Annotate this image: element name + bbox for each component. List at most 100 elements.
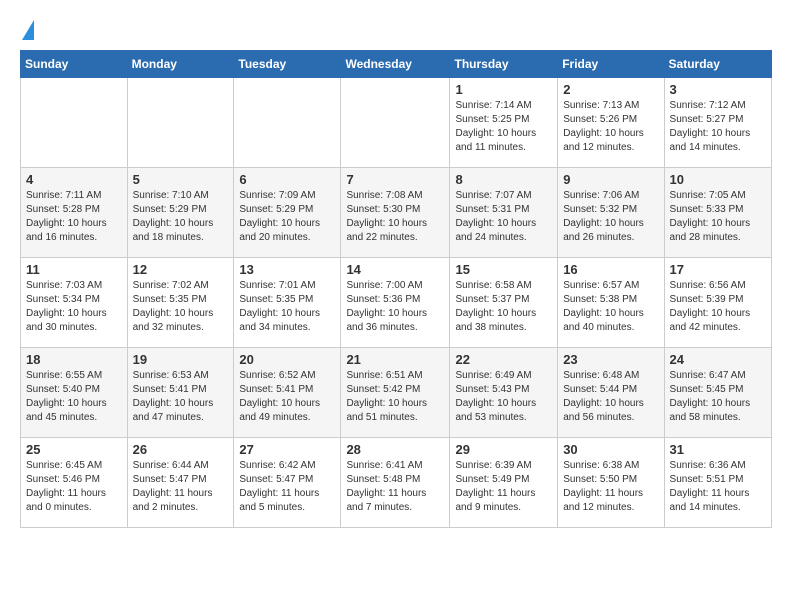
- calendar-cell: 21 Sunrise: 6:51 AM Sunset: 5:42 PM Dayli…: [341, 348, 450, 438]
- calendar-cell: 14 Sunrise: 7:00 AM Sunset: 5:36 PM Dayli…: [341, 258, 450, 348]
- calendar-cell: 8Sunrise: 7:07 AM Sunset: 5:31 PM Daylig…: [450, 168, 558, 258]
- calendar-week-2: 4 Sunrise: 7:11 AM Sunset: 5:28 PM Daylig…: [21, 168, 772, 258]
- calendar-table: SundayMondayTuesdayWednesdayThursdayFrid…: [20, 50, 772, 528]
- calendar-cell: 15 Sunrise: 6:58 AM Sunset: 5:37 PM Dayli…: [450, 258, 558, 348]
- day-number: 14: [346, 262, 444, 277]
- day-info: Sunrise: 6:53 AM Sunset: 5:41 PM Dayligh…: [133, 369, 229, 425]
- day-number: 15: [455, 262, 552, 277]
- calendar-cell: 4 Sunrise: 7:11 AM Sunset: 5:28 PM Daylig…: [21, 168, 128, 258]
- day-number: 6: [239, 172, 335, 187]
- day-info: Sunrise: 6:41 AM Sunset: 5:48 PM Dayligh…: [346, 459, 444, 515]
- day-number: 5: [133, 172, 229, 187]
- day-number: 2: [563, 82, 658, 97]
- calendar-week-1: 1 Sunrise: 7:14 AM Sunset: 5:25 PM Daylig…: [21, 78, 772, 168]
- day-info: Sunrise: 7:13 AM Sunset: 5:26 PM Dayligh…: [563, 99, 658, 155]
- calendar-cell: 20 Sunrise: 6:52 AM Sunset: 5:41 PM Dayli…: [234, 348, 341, 438]
- day-number: 1: [455, 82, 552, 97]
- day-number: 30: [563, 442, 658, 457]
- day-number: 31: [670, 442, 766, 457]
- day-info: Sunrise: 6:55 AM Sunset: 5:40 PM Dayligh…: [26, 369, 122, 425]
- calendar-cell: 5 Sunrise: 7:10 AM Sunset: 5:29 PM Daylig…: [127, 168, 234, 258]
- day-info: Sunrise: 7:00 AM Sunset: 5:36 PM Dayligh…: [346, 279, 444, 335]
- calendar-cell: 12 Sunrise: 7:02 AM Sunset: 5:35 PM Dayli…: [127, 258, 234, 348]
- day-header-monday: Monday: [127, 51, 234, 78]
- day-number: 10: [670, 172, 766, 187]
- logo-triangle-icon: [22, 20, 34, 40]
- day-number: 19: [133, 352, 229, 367]
- day-info: Sunrise: 7:08 AM Sunset: 5:30 PM Dayligh…: [346, 189, 444, 245]
- day-info: Sunrise: 7:12 AM Sunset: 5:27 PM Dayligh…: [670, 99, 766, 155]
- day-info: Sunrise: 6:51 AM Sunset: 5:42 PM Dayligh…: [346, 369, 444, 425]
- day-header-thursday: Thursday: [450, 51, 558, 78]
- day-info: Sunrise: 6:48 AM Sunset: 5:44 PM Dayligh…: [563, 369, 658, 425]
- day-header-friday: Friday: [558, 51, 664, 78]
- calendar-cell: 6 Sunrise: 7:09 AM Sunset: 5:29 PM Daylig…: [234, 168, 341, 258]
- day-info: Sunrise: 7:11 AM Sunset: 5:28 PM Dayligh…: [26, 189, 122, 245]
- day-number: 4: [26, 172, 122, 187]
- day-number: 13: [239, 262, 335, 277]
- calendar-cell: 13Sunrise: 7:01 AM Sunset: 5:35 PM Dayli…: [234, 258, 341, 348]
- calendar-week-4: 18 Sunrise: 6:55 AM Sunset: 5:40 PM Dayli…: [21, 348, 772, 438]
- day-number: 25: [26, 442, 122, 457]
- day-info: Sunrise: 7:02 AM Sunset: 5:35 PM Dayligh…: [133, 279, 229, 335]
- day-number: 20: [239, 352, 335, 367]
- day-number: 7: [346, 172, 444, 187]
- day-number: 3: [670, 82, 766, 97]
- day-number: 23: [563, 352, 658, 367]
- day-info: Sunrise: 6:57 AM Sunset: 5:38 PM Dayligh…: [563, 279, 658, 335]
- calendar-cell: [341, 78, 450, 168]
- day-number: 26: [133, 442, 229, 457]
- day-info: Sunrise: 7:07 AM Sunset: 5:31 PM Dayligh…: [455, 189, 552, 245]
- calendar-cell: [127, 78, 234, 168]
- calendar-cell: 11 Sunrise: 7:03 AM Sunset: 5:34 PM Dayli…: [21, 258, 128, 348]
- day-info: Sunrise: 6:49 AM Sunset: 5:43 PM Dayligh…: [455, 369, 552, 425]
- day-info: Sunrise: 7:03 AM Sunset: 5:34 PM Dayligh…: [26, 279, 122, 335]
- day-info: Sunrise: 6:38 AM Sunset: 5:50 PM Dayligh…: [563, 459, 658, 515]
- day-info: Sunrise: 7:10 AM Sunset: 5:29 PM Dayligh…: [133, 189, 229, 245]
- calendar-cell: 19 Sunrise: 6:53 AM Sunset: 5:41 PM Dayli…: [127, 348, 234, 438]
- calendar-cell: 1 Sunrise: 7:14 AM Sunset: 5:25 PM Daylig…: [450, 78, 558, 168]
- day-number: 22: [455, 352, 552, 367]
- calendar-cell: 31 Sunrise: 6:36 AM Sunset: 5:51 PM Dayli…: [664, 438, 771, 528]
- day-info: Sunrise: 6:39 AM Sunset: 5:49 PM Dayligh…: [455, 459, 552, 515]
- day-header-tuesday: Tuesday: [234, 51, 341, 78]
- day-info: Sunrise: 6:47 AM Sunset: 5:45 PM Dayligh…: [670, 369, 766, 425]
- day-number: 29: [455, 442, 552, 457]
- calendar-cell: 22 Sunrise: 6:49 AM Sunset: 5:43 PM Dayli…: [450, 348, 558, 438]
- day-number: 12: [133, 262, 229, 277]
- page-header: [20, 20, 772, 40]
- calendar-cell: 25Sunrise: 6:45 AM Sunset: 5:46 PM Dayli…: [21, 438, 128, 528]
- calendar-cell: 18 Sunrise: 6:55 AM Sunset: 5:40 PM Dayli…: [21, 348, 128, 438]
- calendar-cell: 2 Sunrise: 7:13 AM Sunset: 5:26 PM Daylig…: [558, 78, 664, 168]
- day-number: 17: [670, 262, 766, 277]
- day-number: 24: [670, 352, 766, 367]
- calendar-cell: 7 Sunrise: 7:08 AM Sunset: 5:30 PM Daylig…: [341, 168, 450, 258]
- day-info: Sunrise: 7:06 AM Sunset: 5:32 PM Dayligh…: [563, 189, 658, 245]
- day-info: Sunrise: 6:52 AM Sunset: 5:41 PM Dayligh…: [239, 369, 335, 425]
- day-info: Sunrise: 7:05 AM Sunset: 5:33 PM Dayligh…: [670, 189, 766, 245]
- calendar-cell: 24 Sunrise: 6:47 AM Sunset: 5:45 PM Dayli…: [664, 348, 771, 438]
- day-number: 11: [26, 262, 122, 277]
- day-info: Sunrise: 7:09 AM Sunset: 5:29 PM Dayligh…: [239, 189, 335, 245]
- calendar-cell: 23 Sunrise: 6:48 AM Sunset: 5:44 PM Dayli…: [558, 348, 664, 438]
- day-number: 16: [563, 262, 658, 277]
- day-number: 21: [346, 352, 444, 367]
- calendar-cell: [21, 78, 128, 168]
- calendar-cell: [234, 78, 341, 168]
- logo: [20, 20, 34, 40]
- day-number: 18: [26, 352, 122, 367]
- day-info: Sunrise: 6:42 AM Sunset: 5:47 PM Dayligh…: [239, 459, 335, 515]
- day-info: Sunrise: 7:14 AM Sunset: 5:25 PM Dayligh…: [455, 99, 552, 155]
- day-info: Sunrise: 6:36 AM Sunset: 5:51 PM Dayligh…: [670, 459, 766, 515]
- calendar-cell: 26 Sunrise: 6:44 AM Sunset: 5:47 PM Dayli…: [127, 438, 234, 528]
- day-info: Sunrise: 6:44 AM Sunset: 5:47 PM Dayligh…: [133, 459, 229, 515]
- day-number: 9: [563, 172, 658, 187]
- day-info: Sunrise: 6:58 AM Sunset: 5:37 PM Dayligh…: [455, 279, 552, 335]
- calendar-cell: 28Sunrise: 6:41 AM Sunset: 5:48 PM Dayli…: [341, 438, 450, 528]
- calendar-cell: 29 Sunrise: 6:39 AM Sunset: 5:49 PM Dayli…: [450, 438, 558, 528]
- calendar-week-5: 25Sunrise: 6:45 AM Sunset: 5:46 PM Dayli…: [21, 438, 772, 528]
- day-header-wednesday: Wednesday: [341, 51, 450, 78]
- calendar-cell: 16 Sunrise: 6:57 AM Sunset: 5:38 PM Dayli…: [558, 258, 664, 348]
- calendar-cell: 30 Sunrise: 6:38 AM Sunset: 5:50 PM Dayli…: [558, 438, 664, 528]
- calendar-week-3: 11 Sunrise: 7:03 AM Sunset: 5:34 PM Dayli…: [21, 258, 772, 348]
